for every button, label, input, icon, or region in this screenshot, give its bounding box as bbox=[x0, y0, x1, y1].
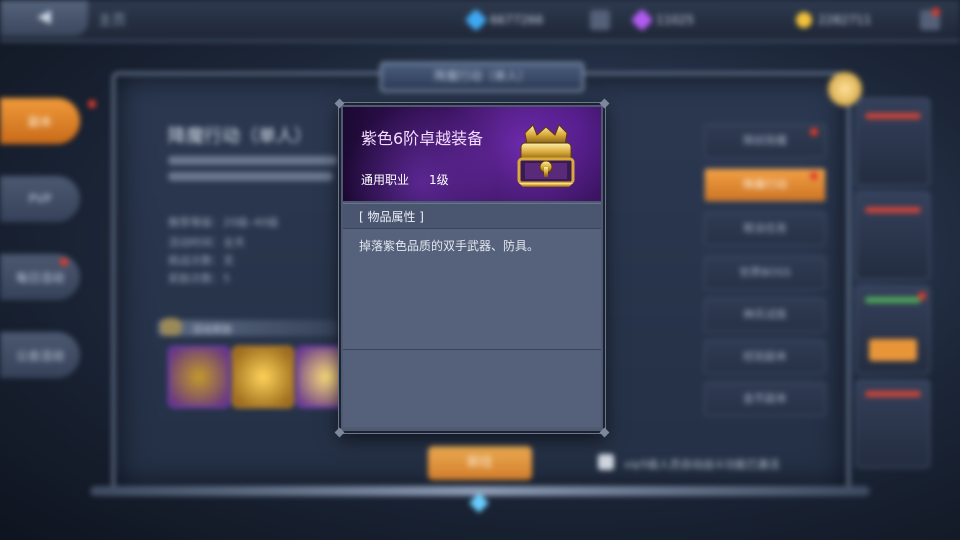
side-tab-pvp[interactable]: PVP bbox=[0, 176, 80, 222]
card-stripe bbox=[865, 391, 921, 397]
card-stripe bbox=[865, 113, 921, 119]
list-item[interactable]: 金币副本 bbox=[704, 382, 826, 416]
tooltip-header: 紫色6阶卓越装备 通用职业 1级 bbox=[343, 107, 601, 201]
item-level: 1级 bbox=[429, 173, 449, 187]
dungeon-title: 降魔行动（单人） bbox=[168, 126, 312, 147]
reward-header bbox=[158, 320, 338, 336]
info-row: 挑战次数：无 bbox=[168, 254, 234, 267]
side-tab-daily[interactable]: 每日活动 bbox=[0, 254, 80, 300]
side-card[interactable] bbox=[856, 192, 930, 280]
side-tab-label: 公会活动 bbox=[15, 348, 64, 363]
mail-badge bbox=[932, 8, 940, 16]
side-tab-label: PVP bbox=[28, 192, 52, 206]
reward-gold-chest-icon[interactable] bbox=[232, 346, 294, 408]
diamond-icon bbox=[464, 8, 488, 32]
card-stripe bbox=[865, 207, 921, 213]
card-stripe bbox=[865, 297, 921, 303]
side-tab-badge bbox=[60, 258, 68, 266]
side-card[interactable] bbox=[856, 98, 930, 186]
crystal-counter[interactable]: 11025 bbox=[630, 8, 695, 32]
list-item-label: 神兵试炼 bbox=[743, 308, 787, 321]
card-button[interactable] bbox=[869, 339, 917, 361]
list-item[interactable]: 世界BOSS bbox=[704, 256, 826, 290]
home-label: 主页 bbox=[98, 13, 126, 29]
start-button[interactable]: 前往 bbox=[428, 446, 532, 480]
gold-coin-icon bbox=[796, 12, 812, 28]
list-item-label: 降妖除魔 bbox=[743, 134, 787, 147]
side-tab-label: 副本 bbox=[27, 114, 52, 129]
attributes-section-header: [ 物品属性 ] bbox=[343, 203, 601, 229]
top-bar: ◀ 主页 6677266 11025 2282711 bbox=[0, 0, 960, 42]
card-badge bbox=[918, 292, 926, 300]
gold-value: 2282711 bbox=[818, 13, 872, 27]
list-item[interactable]: 帮派任务 bbox=[704, 212, 826, 246]
side-tab-guild[interactable]: 公会活动 bbox=[0, 332, 80, 378]
gold-counter[interactable]: 2282711 bbox=[796, 9, 871, 31]
tooltip-body: 掉落紫色品质的双手武器、防具。 bbox=[343, 229, 601, 349]
side-card[interactable] bbox=[856, 380, 930, 468]
item-description: 掉落紫色品质的双手武器、防具。 bbox=[359, 239, 540, 253]
info-row: 活动时间：全天 bbox=[168, 236, 245, 249]
list-item-label: 降魔行动 bbox=[743, 178, 787, 191]
list-item[interactable]: 经验副本 bbox=[704, 340, 826, 374]
start-button-label: 前往 bbox=[466, 455, 493, 470]
side-tab-label: 每日活动 bbox=[15, 270, 64, 285]
diamond-counter[interactable]: 6677266 bbox=[464, 8, 544, 32]
side-tab-dungeon[interactable]: 副本 bbox=[0, 98, 80, 144]
list-item[interactable]: 神兵试炼 bbox=[704, 298, 826, 332]
list-item-label: 世界BOSS bbox=[739, 266, 791, 279]
item-tooltip: 紫色6阶卓越装备 通用职业 1级 [ 物品属性 ] 掉落紫色品质的双手武器、防具… bbox=[334, 98, 610, 438]
side-tab-badge bbox=[88, 100, 96, 108]
add-diamond-icon[interactable] bbox=[590, 10, 610, 30]
info-row: 推荐等级：20级–40级 bbox=[168, 216, 279, 229]
diamond-value: 6677266 bbox=[490, 13, 544, 27]
back-button[interactable]: ◀ bbox=[0, 0, 88, 36]
reward-purple-chest-icon[interactable] bbox=[168, 346, 230, 408]
section-title: [ 物品属性 ] bbox=[359, 210, 424, 224]
description-line bbox=[168, 156, 338, 165]
gem-ornament-icon bbox=[469, 493, 489, 513]
tooltip-footer bbox=[343, 350, 601, 427]
purple-crystal-icon bbox=[630, 8, 654, 32]
auto-battle-label: vip5级人员自动战斗功能已激活 bbox=[624, 458, 780, 471]
list-item-label: 金币副本 bbox=[743, 392, 787, 405]
list-badge bbox=[810, 128, 818, 136]
list-item[interactable]: 降妖除魔 bbox=[704, 124, 826, 158]
list-item-active[interactable]: 降魔行动 bbox=[704, 168, 826, 202]
crystal-value: 11025 bbox=[656, 13, 695, 27]
description-line bbox=[168, 172, 333, 181]
list-item-label: 经验副本 bbox=[743, 350, 787, 363]
treasure-chest-icon bbox=[517, 124, 575, 187]
reward-label: 活动奖励 bbox=[192, 325, 232, 336]
arrow-left-icon: ◀ bbox=[37, 6, 51, 27]
item-class-label: 通用职业 bbox=[361, 173, 410, 187]
list-item-label: 帮派任务 bbox=[743, 222, 787, 235]
list-badge bbox=[810, 172, 818, 180]
auto-battle-checkbox[interactable] bbox=[598, 454, 614, 470]
info-row: 奖励次数：5 bbox=[168, 272, 230, 285]
panel-banner: 降魔行动（单人） bbox=[380, 62, 584, 92]
item-name: 紫色6阶卓越装备 bbox=[361, 129, 484, 148]
wing-icon bbox=[160, 318, 182, 336]
